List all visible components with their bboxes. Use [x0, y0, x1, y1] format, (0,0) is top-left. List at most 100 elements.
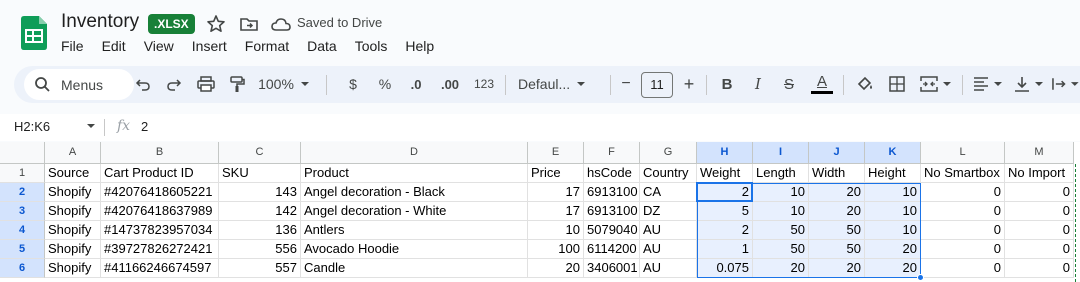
- header-cell[interactable]: Product: [301, 164, 528, 183]
- column-header-m[interactable]: M: [1005, 142, 1074, 164]
- print-button[interactable]: [195, 71, 217, 97]
- cell[interactable]: Angel decoration - White: [301, 202, 528, 221]
- formula-input[interactable]: 2: [141, 119, 148, 134]
- undo-button[interactable]: [132, 71, 154, 97]
- horizontal-align-button[interactable]: [971, 71, 1005, 97]
- cell[interactable]: Antlers: [301, 221, 528, 240]
- cell[interactable]: #14737823957034: [101, 221, 219, 240]
- menu-view[interactable]: View: [135, 37, 183, 56]
- cell[interactable]: Avocado Hoodie: [301, 240, 528, 259]
- cell[interactable]: 142: [219, 202, 301, 221]
- chevron-down-icon[interactable]: [86, 123, 96, 129]
- cell[interactable]: 0.075: [697, 259, 753, 278]
- header-cell[interactable]: SKU: [219, 164, 301, 183]
- menu-file[interactable]: File: [52, 37, 93, 56]
- currency-format-button[interactable]: $: [344, 71, 362, 97]
- cell[interactable]: #42076418605221: [101, 183, 219, 202]
- row-header-5[interactable]: 5: [0, 240, 45, 259]
- cell[interactable]: 20: [865, 240, 921, 259]
- cell[interactable]: 20: [809, 259, 865, 278]
- cell[interactable]: 557: [219, 259, 301, 278]
- column-header-k[interactable]: K: [865, 142, 921, 164]
- row-header-3[interactable]: 3: [0, 202, 45, 221]
- cell[interactable]: 0: [1005, 202, 1074, 221]
- fill-color-button[interactable]: [855, 71, 875, 97]
- column-header-h[interactable]: H: [697, 142, 753, 164]
- menus-search-button[interactable]: Menus: [24, 69, 134, 100]
- row-header-2[interactable]: 2: [0, 183, 45, 202]
- cell[interactable]: Shopify: [45, 202, 101, 221]
- column-header-j[interactable]: J: [809, 142, 865, 164]
- cell[interactable]: 50: [809, 221, 865, 240]
- cell[interactable]: 0: [1005, 221, 1074, 240]
- cell[interactable]: 0: [921, 221, 1005, 240]
- cell[interactable]: 20: [753, 259, 809, 278]
- column-header-d[interactable]: D: [301, 142, 528, 164]
- sheets-logo-icon[interactable]: [21, 16, 47, 50]
- cell[interactable]: 17: [528, 202, 584, 221]
- decrease-font-size-button[interactable]: −: [618, 71, 634, 97]
- cell[interactable]: Shopify: [45, 240, 101, 259]
- cell[interactable]: 50: [753, 240, 809, 259]
- name-box[interactable]: H2:K6: [14, 119, 50, 134]
- text-color-button[interactable]: A: [810, 71, 834, 97]
- merge-cells-button[interactable]: [918, 71, 954, 97]
- menu-format[interactable]: Format: [236, 37, 298, 56]
- cell[interactable]: Shopify: [45, 259, 101, 278]
- cell[interactable]: 556: [219, 240, 301, 259]
- cell[interactable]: DZ: [640, 202, 697, 221]
- cell[interactable]: Shopify: [45, 221, 101, 240]
- cell[interactable]: 0: [921, 259, 1005, 278]
- document-title[interactable]: Inventory: [61, 11, 139, 33]
- cell[interactable]: 20: [528, 259, 584, 278]
- header-cell[interactable]: No Import: [1005, 164, 1074, 183]
- row-header-4[interactable]: 4: [0, 221, 45, 240]
- cell[interactable]: 50: [809, 240, 865, 259]
- column-header-f[interactable]: F: [584, 142, 640, 164]
- row-header-6[interactable]: 6: [0, 259, 45, 278]
- cell[interactable]: 6913100: [584, 183, 640, 202]
- cell[interactable]: 6913100: [584, 202, 640, 221]
- cell[interactable]: 5: [697, 202, 753, 221]
- paint-format-button[interactable]: [226, 71, 248, 97]
- cell[interactable]: 3406001: [584, 259, 640, 278]
- text-direction-button[interactable]: [1052, 71, 1080, 97]
- cell[interactable]: Shopify: [45, 183, 101, 202]
- cell[interactable]: 10: [753, 183, 809, 202]
- column-header-a[interactable]: A: [45, 142, 101, 164]
- star-icon[interactable]: [205, 13, 227, 35]
- cell[interactable]: 20: [809, 202, 865, 221]
- cell[interactable]: 17: [528, 183, 584, 202]
- italic-button[interactable]: I: [748, 71, 768, 97]
- zoom-select[interactable]: 100%: [258, 71, 310, 97]
- bold-button[interactable]: B: [717, 71, 737, 97]
- cell[interactable]: 20: [809, 183, 865, 202]
- cell[interactable]: #39727826272421: [101, 240, 219, 259]
- column-header-i[interactable]: I: [753, 142, 809, 164]
- percent-format-button[interactable]: %: [376, 71, 394, 97]
- column-header-c[interactable]: C: [219, 142, 301, 164]
- cell[interactable]: 10: [865, 202, 921, 221]
- cell[interactable]: 10: [865, 221, 921, 240]
- cell[interactable]: #42076418637989: [101, 202, 219, 221]
- font-family-select[interactable]: Defaul...: [518, 71, 608, 97]
- column-header-g[interactable]: G: [640, 142, 697, 164]
- header-cell[interactable]: Price: [528, 164, 584, 183]
- borders-button[interactable]: [887, 71, 907, 97]
- header-cell[interactable]: hsCode: [584, 164, 640, 183]
- cell[interactable]: 1: [697, 240, 753, 259]
- menu-insert[interactable]: Insert: [183, 37, 236, 56]
- cell[interactable]: 50: [753, 221, 809, 240]
- cloud-saved-icon[interactable]: [270, 13, 292, 35]
- cell[interactable]: 10: [865, 183, 921, 202]
- header-cell[interactable]: No Smartbox: [921, 164, 1005, 183]
- move-folder-icon[interactable]: [238, 13, 260, 35]
- cell[interactable]: 10: [528, 221, 584, 240]
- cell[interactable]: 0: [1005, 259, 1074, 278]
- header-cell[interactable]: Source: [45, 164, 101, 183]
- cell[interactable]: 0: [1005, 240, 1074, 259]
- fill-handle[interactable]: [917, 274, 924, 281]
- cell[interactable]: 20: [865, 259, 921, 278]
- header-cell[interactable]: Cart Product ID: [101, 164, 219, 183]
- cell[interactable]: 136: [219, 221, 301, 240]
